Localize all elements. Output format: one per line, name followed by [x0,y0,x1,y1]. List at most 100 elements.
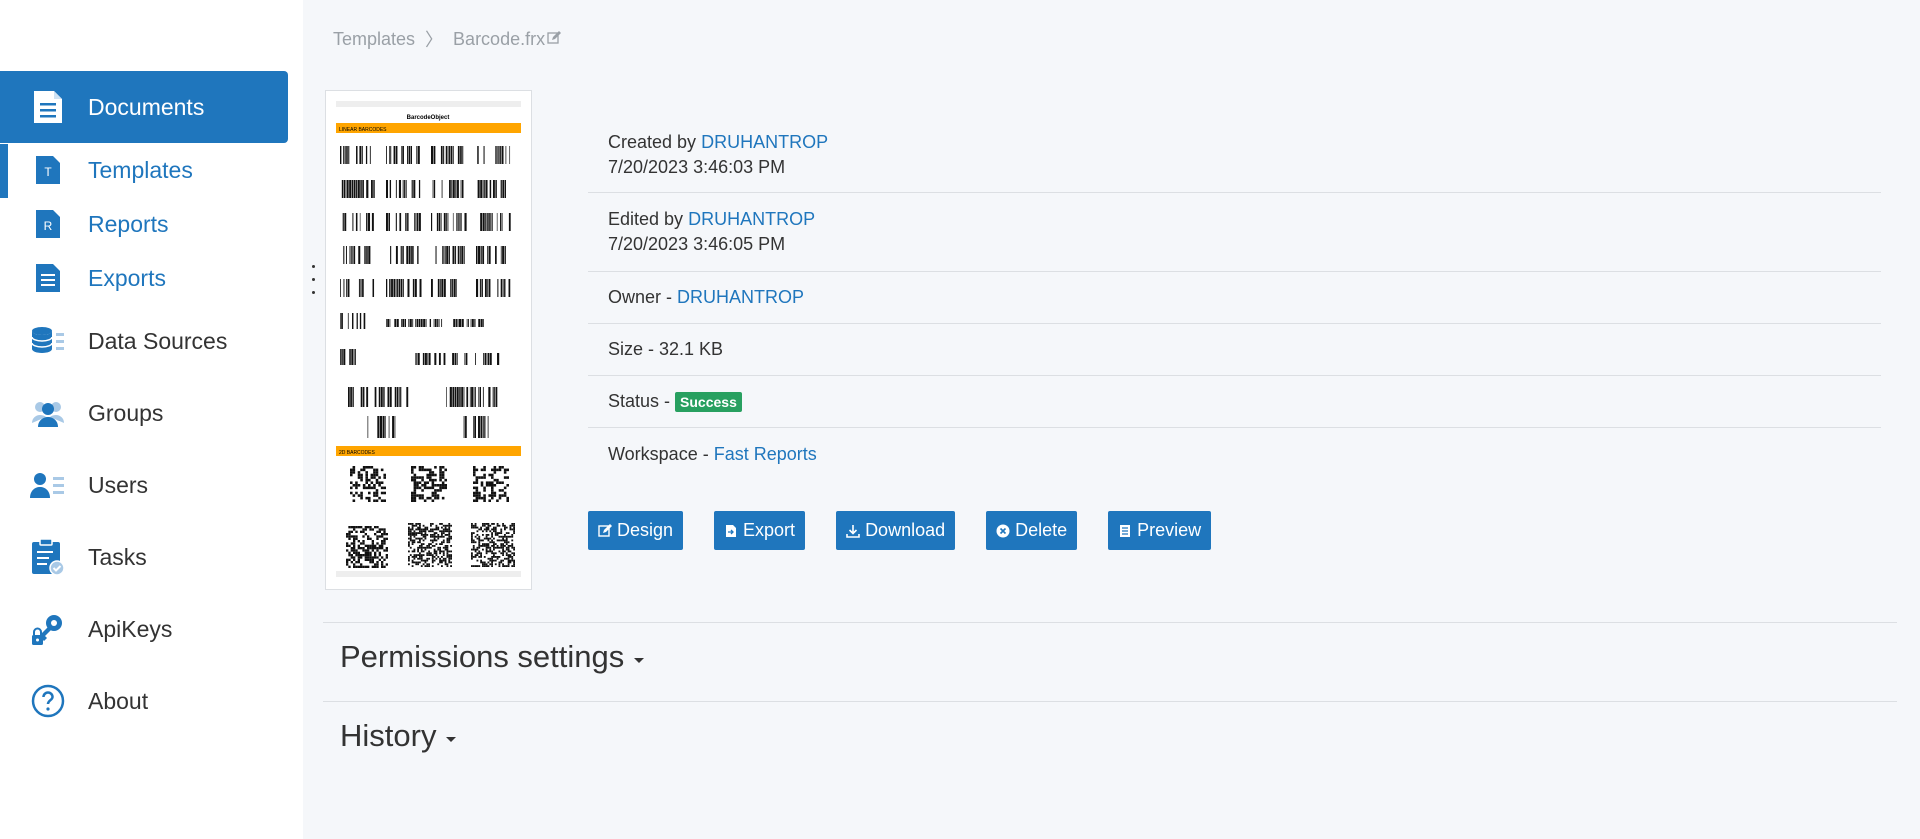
thumb-qr-module [409,539,412,542]
sidebar-item-templates[interactable]: T Templates [0,144,288,198]
thumb-qr-module [368,486,371,490]
created-by-link[interactable]: DRUHANTROP [701,132,828,152]
breadcrumb-templates-link[interactable]: Templates [333,29,415,50]
thumb-qr-module [408,543,410,545]
download-button[interactable]: Download [836,511,956,550]
thumb-barcode-bar [447,213,449,231]
help-icon [28,681,68,721]
sidebar-item-about[interactable]: About [0,671,288,731]
thumb-qr-module [408,532,410,534]
thumb-qr-module [500,545,503,547]
sidebar-item-data-sources[interactable]: Data Sources [0,311,288,371]
thumb-qr-module [376,565,379,568]
thumb-barcode-bar [480,319,483,327]
thumb-qr-module [480,559,482,562]
thumb-qr-module [413,561,416,564]
sidebar-item-tasks[interactable]: Tasks [0,527,288,587]
thumb-qr-module [375,481,379,484]
thumb-qr-module [430,534,432,536]
thumb-barcode-bar [360,279,362,297]
thumb-qr-module [419,526,421,529]
thumb-qr-module [421,478,424,482]
sidebar-item-label: Templates [88,156,193,183]
thumb-qr-module [360,547,363,550]
thumb-qr-module [419,530,421,533]
thumb-qr-module [446,554,449,556]
thumb-qr-module [485,537,488,540]
thumb-qr-module [346,563,349,566]
thumb-qr-module [489,563,492,566]
thumb-qr-module [381,533,384,536]
thumb-qr-module [346,535,349,538]
thumb-qr-module [501,481,504,484]
thumb-barcode-bar [495,387,498,407]
thumb-qr-module [357,554,360,557]
thumb-qr-module [408,530,410,533]
thumb-barcode-bar [387,387,390,407]
thumb-qr-module [474,548,477,551]
sidebar-item-groups[interactable]: Groups [0,383,288,443]
thumb-qr-module [496,524,499,527]
sidebar-item-apikeys[interactable]: ApiKeys [0,599,288,659]
delete-button[interactable]: Delete [986,511,1078,550]
export-button[interactable]: Export [714,511,806,550]
sidebar-item-documents[interactable]: Documents [0,71,288,143]
thumb-qr-module [373,473,376,477]
permissions-toggle[interactable]: Permissions settings [340,639,645,675]
thumb-qr-module [475,491,479,495]
thumb-qr-module [476,537,479,540]
breadcrumb: Templates 〉 Barcode.frx [333,26,562,52]
thumb-qr-module [426,565,429,567]
thumb-qr-module [500,539,503,542]
thumb-qr-module [375,473,379,477]
template-thumbnail[interactable]: BarcodeObject LINEAR BARCODES 2D BARCODE… [325,90,532,590]
thumb-qr-module [487,528,490,531]
thumb-barcode-bar [440,213,442,231]
sidebar-item-exports[interactable]: Exports [0,256,288,300]
thumb-qr-module [383,476,386,479]
thumb-barcode-bar [438,353,441,365]
thumb-qr-module [489,546,492,549]
thumb-qr-module [426,496,429,500]
thumb-barcode-bar [504,180,506,198]
thumb-qr-module [504,534,506,536]
edit-name-icon[interactable] [547,29,562,50]
thumb-qr-module [423,484,427,487]
thumb-qr-module [348,530,351,533]
thumb-barcode-bar [429,319,432,327]
owner-link[interactable]: DRUHANTROP [677,287,804,307]
preview-button[interactable]: Preview [1108,511,1212,550]
thumb-qr-module [482,534,484,536]
thumb-barcode-bar [405,180,407,198]
thumb-qr-module [503,486,507,490]
thumb-barcode-bar [356,180,358,198]
workspace-link[interactable]: Fast Reports [714,444,817,464]
thumb-qr-module [355,526,358,529]
thumb-qr-module [442,539,445,542]
thumb-barcode-bar [444,246,446,264]
thumb-qr-module [437,563,440,566]
sidebar-item-reports[interactable]: R Reports [0,202,288,246]
thumb-qr-module [353,528,356,531]
sidebar-resize-handle[interactable] [310,265,318,305]
thumb-barcode-bar [395,146,398,164]
thumb-qr-module [448,556,451,558]
thumb-qr-module [362,549,365,552]
thumb-barcode-bar [454,353,456,365]
thumb-qr-module [482,545,484,547]
design-button[interactable]: Design [588,511,684,550]
thumb-barcode-bar [394,416,396,438]
thumb-barcode-bar [495,246,497,264]
thumb-qr-module [348,535,351,538]
thumb-barcode-bar [359,146,362,164]
history-toggle[interactable]: History [340,718,457,754]
thumb-qr-module [476,526,479,529]
sidebar-item-users[interactable]: Users [0,455,288,515]
thumb-qr-module [429,478,432,482]
status-label: Status - [608,390,671,411]
edited-by-link[interactable]: DRUHANTROP [688,209,815,229]
thumb-qr-module [369,528,372,531]
thumb-qr-module [435,526,438,529]
thumb-qr-module [348,558,351,561]
thumb-qr-module [439,471,442,474]
